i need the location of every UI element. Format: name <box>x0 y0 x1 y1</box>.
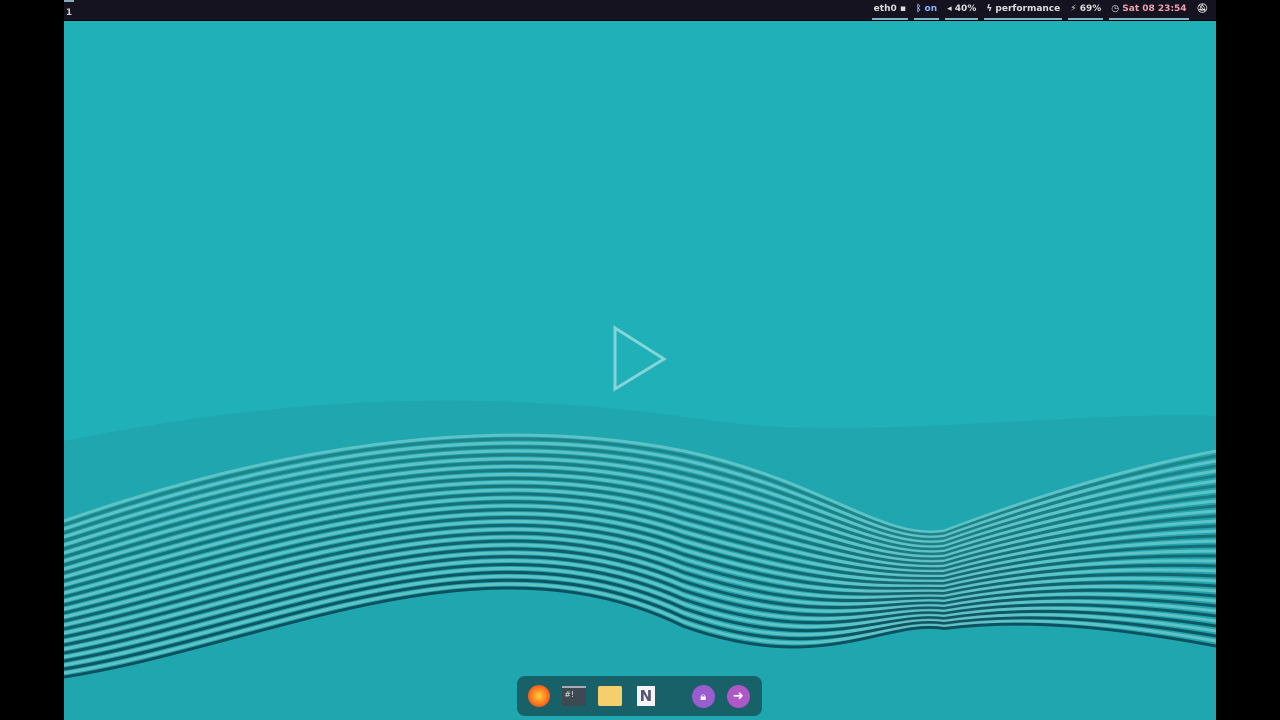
wave-wallpaper <box>64 325 1216 720</box>
charging-icon: ⚡ <box>1070 4 1077 14</box>
firefox-icon[interactable] <box>527 684 550 708</box>
network-status[interactable]: eth0 ▪ <box>871 0 908 20</box>
logo-play-icon <box>613 325 667 392</box>
top-bar: 1 eth0 ▪ ᛒ on ◂ 40% ϟ performance ⚡ 69% … <box>64 0 1216 20</box>
power-profile-status[interactable]: ϟ performance <box>984 0 1063 20</box>
lightning-icon: ϟ <box>986 4 993 14</box>
volume-status[interactable]: ◂ 40% <box>945 0 979 20</box>
logout-icon[interactable]: ➜ <box>726 684 750 708</box>
notifications-muted-icon[interactable]: 🔕︎ <box>1195 0 1210 20</box>
clock-icon: ◷ <box>1111 4 1120 14</box>
notes-icon[interactable]: N <box>634 684 657 708</box>
workspace-1[interactable]: 1 <box>64 0 74 20</box>
desktop-wallpaper: #! N 🔒︎ ➜ <box>64 21 1216 720</box>
battery-status[interactable]: ⚡ 69% <box>1068 0 1104 20</box>
bluetooth-icon: ᛒ <box>915 4 922 14</box>
speaker-icon: ◂ <box>947 4 952 14</box>
bluetooth-status[interactable]: ᛒ on <box>913 0 940 20</box>
network-icon: ▪ <box>899 4 906 14</box>
status-area: eth0 ▪ ᛒ on ◂ 40% ϟ performance ⚡ 69% ◷ … <box>871 0 1210 20</box>
clock[interactable]: ◷ Sat 08 23:54 <box>1109 0 1189 20</box>
lock-icon[interactable]: 🔒︎ <box>691 684 715 708</box>
dock: #! N 🔒︎ ➜ <box>517 676 762 716</box>
terminal-icon[interactable]: #! <box>562 684 587 708</box>
files-icon[interactable] <box>598 684 623 708</box>
